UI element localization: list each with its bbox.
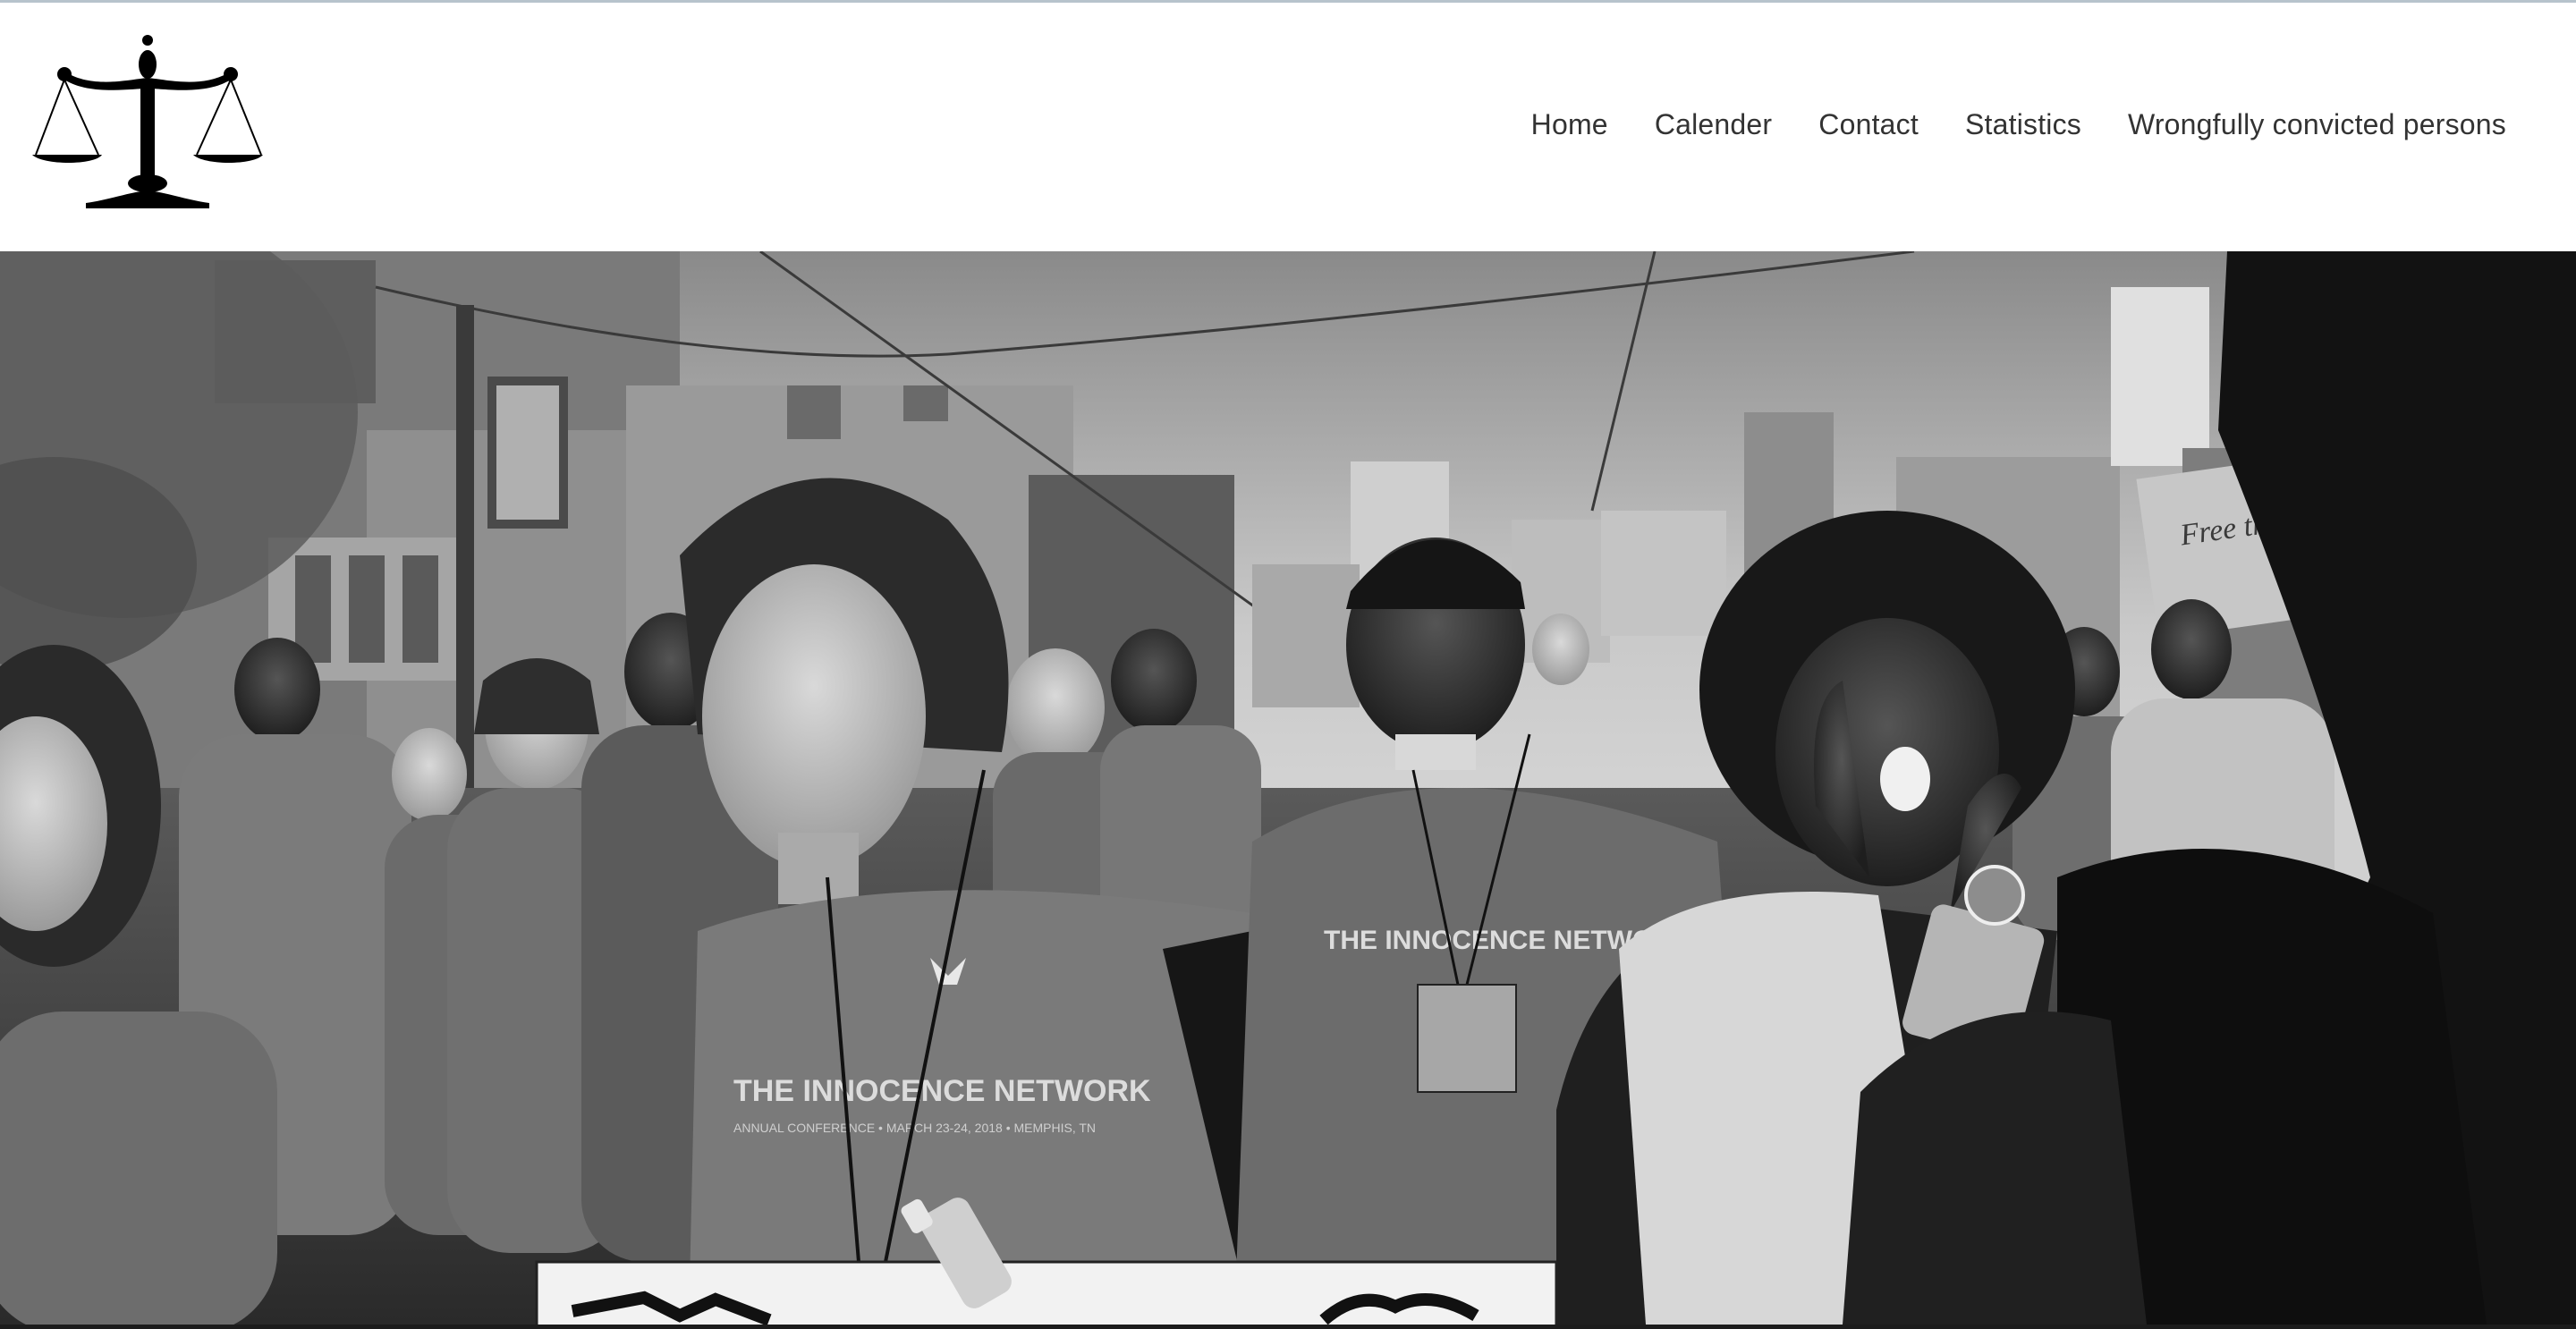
nav-statistics[interactable]: Statistics [1965,108,2081,141]
hero-image: Free the Innocent [0,251,2576,1325]
logo[interactable] [30,33,265,212]
site-header: Home Calender Contact Statistics Wrongfu… [0,3,2576,249]
shirt-logo-text: THE INNOCENCE NETWORK [733,1074,1151,1108]
page: Home Calender Contact Statistics Wrongfu… [0,0,2576,1329]
scales-of-justice-icon [32,35,263,208]
nav-calender[interactable]: Calender [1655,108,1772,141]
bottom-edge [0,1325,2576,1329]
hero-photo: Free the Innocent [0,251,2576,1325]
foreground-sign [535,1260,1558,1325]
nav-wrongfully-convicted-persons[interactable]: Wrongfully convicted persons [2128,108,2506,141]
main-nav: Home Calender Contact Statistics Wrongfu… [1531,108,2506,141]
nav-home[interactable]: Home [1531,108,1608,141]
nav-contact[interactable]: Contact [1818,108,1919,141]
